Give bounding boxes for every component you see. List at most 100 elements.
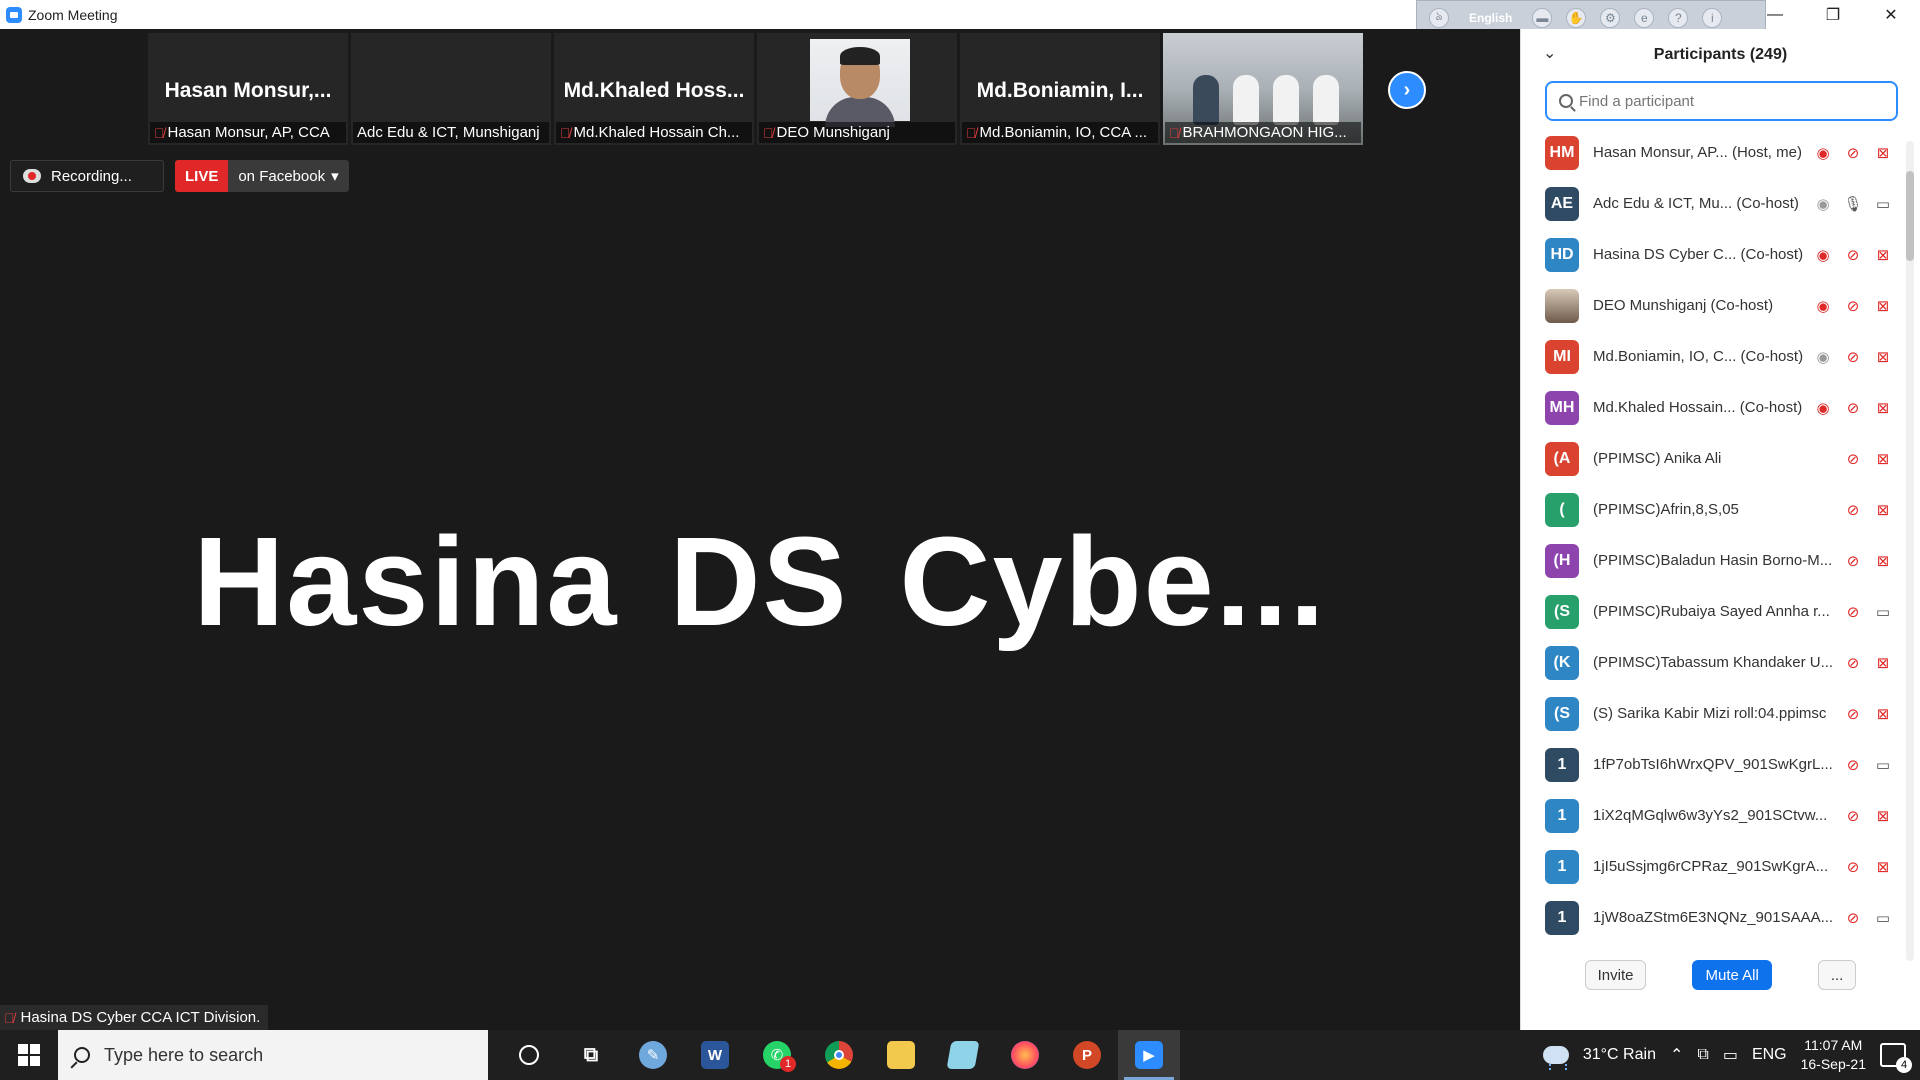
- video-off-icon[interactable]: ⊠: [1874, 858, 1892, 876]
- mic-muted-icon[interactable]: ⊘: [1844, 552, 1862, 570]
- video-camera-icon[interactable]: ▭: [1874, 756, 1892, 774]
- taskbar-search[interactable]: Type here to search: [58, 1030, 488, 1080]
- mic-muted-icon[interactable]: ⊘: [1844, 807, 1862, 825]
- help-icon[interactable]: ?: [1668, 8, 1689, 28]
- video-off-icon[interactable]: ⊠: [1874, 705, 1892, 723]
- video-off-icon[interactable]: ⊠: [1874, 450, 1892, 468]
- language-label[interactable]: English: [1463, 9, 1518, 27]
- paint-app[interactable]: ✎: [622, 1030, 684, 1080]
- video-off-icon[interactable]: ⊠: [1874, 348, 1892, 366]
- mute-all-button[interactable]: Mute All: [1692, 960, 1772, 990]
- participant-search[interactable]: [1545, 81, 1898, 121]
- weather-text[interactable]: 31°C Rain: [1583, 1046, 1656, 1064]
- input-language[interactable]: ENG: [1752, 1046, 1787, 1064]
- video-thumbnail[interactable]: Md.Khaled Hoss... 🎙̸ Md.Khaled Hossain Ch…: [554, 33, 754, 145]
- settings-icon[interactable]: ⚙: [1600, 8, 1621, 28]
- whatsapp-app[interactable]: ✆ 1: [746, 1030, 808, 1080]
- chevron-up-icon[interactable]: ⌃: [1670, 1045, 1683, 1065]
- mic-muted-icon[interactable]: ⊘: [1844, 450, 1862, 468]
- mic-muted-icon[interactable]: ⊘: [1844, 144, 1862, 162]
- system-clock[interactable]: 11:07 AM 16-Sep-21: [1801, 1036, 1866, 1074]
- info-icon[interactable]: i: [1702, 8, 1723, 28]
- cortana-button[interactable]: [498, 1030, 560, 1080]
- video-off-icon[interactable]: ⊠: [1874, 807, 1892, 825]
- mic-muted-icon[interactable]: ⊘: [1844, 705, 1862, 723]
- notes-app[interactable]: [932, 1030, 994, 1080]
- network-icon[interactable]: ⧉: [1697, 1046, 1708, 1064]
- video-off-icon[interactable]: ⊠: [1874, 654, 1892, 672]
- mic-muted-icon[interactable]: ⊘: [1844, 501, 1862, 519]
- close-button[interactable]: ✕: [1862, 0, 1920, 29]
- live-target-dropdown[interactable]: on Facebook ▾: [228, 160, 349, 192]
- restore-button[interactable]: ❐: [1804, 0, 1862, 29]
- notification-center-icon[interactable]: 4: [1880, 1043, 1912, 1073]
- mic-icon[interactable]: 🎙: [1843, 195, 1862, 213]
- video-camera-icon[interactable]: ▭: [1874, 603, 1892, 621]
- video-camera-icon[interactable]: ▭: [1874, 195, 1892, 213]
- next-page-button[interactable]: ›: [1388, 71, 1426, 109]
- battery-icon[interactable]: ▭: [1723, 1045, 1738, 1065]
- powerpoint-app[interactable]: P: [1056, 1030, 1118, 1080]
- participant-row[interactable]: DEO Munshiganj (Co-host) ◉ ⊘ ⊠: [1521, 280, 1920, 331]
- mic-muted-icon[interactable]: ⊘: [1844, 858, 1862, 876]
- word-app[interactable]: W: [684, 1030, 746, 1080]
- mic-muted-icon[interactable]: ⊘: [1844, 399, 1862, 417]
- participant-row[interactable]: (K (PPIMSC)Tabassum Khandaker U... ⊘ ⊠: [1521, 637, 1920, 688]
- participant-row[interactable]: 1 1iX2qMGqlw6w3yYs2_901SCtvw... ⊘ ⊠: [1521, 790, 1920, 841]
- mic-muted-icon[interactable]: ⊘: [1844, 603, 1862, 621]
- video-off-icon[interactable]: ⊠: [1874, 144, 1892, 162]
- file-explorer-app[interactable]: [870, 1030, 932, 1080]
- minimize-button[interactable]: —: [1746, 0, 1804, 29]
- start-button[interactable]: [0, 1030, 58, 1080]
- web-icon[interactable]: e: [1634, 8, 1655, 28]
- video-thumbnail[interactable]: 🎙̸ DEO Munshiganj: [757, 33, 957, 145]
- scrollbar-thumb[interactable]: [1906, 171, 1914, 261]
- video-thumbnail[interactable]: 🎙̸ BRAHMONGAON HIG...: [1163, 33, 1363, 145]
- mic-muted-icon[interactable]: ⊘: [1844, 246, 1862, 264]
- weather-icon[interactable]: [1542, 1046, 1569, 1070]
- firefox-app[interactable]: [994, 1030, 1056, 1080]
- mic-muted-icon[interactable]: ⊘: [1844, 756, 1862, 774]
- participant-row[interactable]: (A (PPIMSC) Anika Ali ⊘ ⊠: [1521, 433, 1920, 484]
- participant-row[interactable]: 1 1jW8oaZStm6E3NQNz_901SAAA... ⊘ ▭: [1521, 892, 1920, 943]
- invite-button[interactable]: Invite: [1584, 960, 1647, 990]
- video-off-icon[interactable]: ⊠: [1874, 552, 1892, 570]
- participant-row[interactable]: HM Hasan Monsur, AP... (Host, me) ◉ ⊘ ⊠: [1521, 127, 1920, 178]
- video-off-icon[interactable]: ⊠: [1874, 246, 1892, 264]
- cloud-record-icon: [23, 169, 41, 183]
- participant-row[interactable]: (S (S) Sarika Kabir Mizi roll:04.ppimsc ⊘ ⊠: [1521, 688, 1920, 739]
- ime-icon[interactable]: ঌ: [1429, 8, 1449, 28]
- video-off-icon[interactable]: ⊠: [1874, 399, 1892, 417]
- live-stream-indicator[interactable]: LIVE on Facebook ▾: [175, 160, 349, 192]
- participant-row[interactable]: ((PPIMSC)Afrin,8,S,05 ⊘ ⊠: [1521, 484, 1920, 535]
- video-thumbnail[interactable]: Hasan Monsur,... 🎙̸ Hasan Monsur, AP, CCA: [148, 33, 348, 145]
- zoom-taskbar-app[interactable]: ▶: [1118, 1030, 1180, 1080]
- video-off-icon[interactable]: ⊠: [1874, 297, 1892, 315]
- hand-icon[interactable]: ✋: [1566, 8, 1587, 28]
- mic-muted-icon[interactable]: ⊘: [1844, 348, 1862, 366]
- video-thumbnail[interactable]: Adc Edu & ICT, Munshiganj: [351, 33, 551, 145]
- participant-row[interactable]: HD Hasina DS Cyber C... (Co-host) ◉ ⊘ ⊠: [1521, 229, 1920, 280]
- participant-row[interactable]: (H (PPIMSC)Baladun Hasin Borno-M... ⊘ ⊠: [1521, 535, 1920, 586]
- keyboard-icon[interactable]: ▬: [1532, 8, 1553, 28]
- participant-row[interactable]: MI Md.Boniamin, IO, C... (Co-host) ◉ ⊘ ⊠: [1521, 331, 1920, 382]
- video-off-icon[interactable]: ⊠: [1874, 501, 1892, 519]
- chevron-down-icon[interactable]: ⌄: [1543, 43, 1556, 63]
- recording-indicator[interactable]: Recording...: [10, 160, 164, 192]
- participant-row[interactable]: 1 1fP7obTsI6hWrxQPV_901SwKgrL... ⊘ ▭: [1521, 739, 1920, 790]
- mic-muted-icon[interactable]: ⊘: [1844, 909, 1862, 927]
- search-input[interactable]: [1579, 92, 1879, 110]
- clock-time: 11:07 AM: [1804, 1037, 1863, 1053]
- participant-row[interactable]: (S (PPIMSC)Rubaiya Sayed Annha r... ⊘ ▭: [1521, 586, 1920, 637]
- more-button[interactable]: ...: [1817, 960, 1857, 990]
- video-thumbnail[interactable]: Md.Boniamin, I... 🎙̸ Md.Boniamin, IO, CCA…: [960, 33, 1160, 145]
- video-camera-icon[interactable]: ▭: [1874, 909, 1892, 927]
- participant-row[interactable]: MH Md.Khaled Hossain... (Co-host) ◉ ⊘ ⊠: [1521, 382, 1920, 433]
- scrollbar[interactable]: [1906, 141, 1914, 961]
- task-view-button[interactable]: ⧉: [560, 1030, 622, 1080]
- chrome-app[interactable]: [808, 1030, 870, 1080]
- participant-row[interactable]: 1 1jI5uSsjmg6rCPRaz_901SwKgrA... ⊘ ⊠: [1521, 841, 1920, 892]
- mic-muted-icon[interactable]: ⊘: [1844, 297, 1862, 315]
- participant-row[interactable]: AE Adc Edu & ICT, Mu... (Co-host) ◉ 🎙 ▭: [1521, 178, 1920, 229]
- mic-muted-icon[interactable]: ⊘: [1844, 654, 1862, 672]
